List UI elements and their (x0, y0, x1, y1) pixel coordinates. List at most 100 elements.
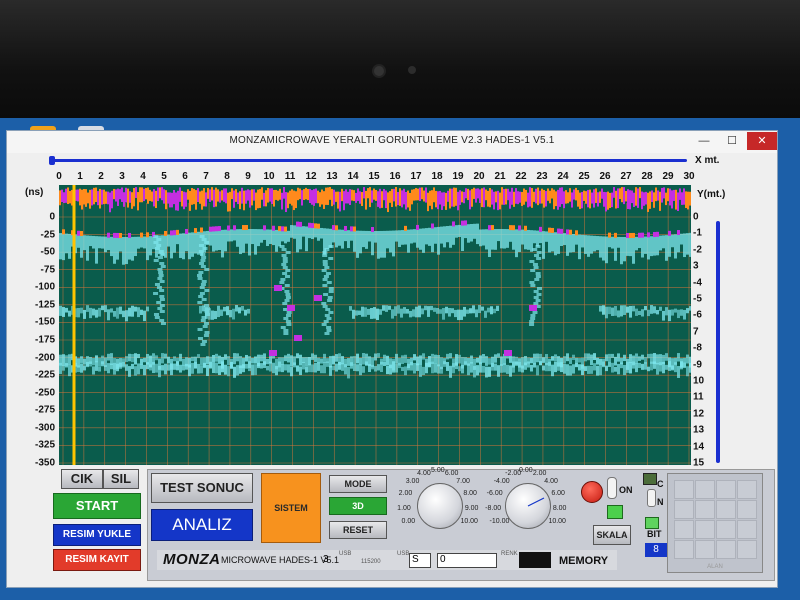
reflection-mark (308, 357, 311, 366)
c-n-toggle-switch[interactable] (647, 489, 656, 507)
port-value[interactable]: 3 (321, 554, 335, 568)
reflection-mark (671, 309, 674, 316)
anomaly-streak-mark (327, 296, 333, 299)
mode-3d-button[interactable]: 3D (329, 497, 387, 515)
reflection-mark (530, 357, 533, 364)
resim-kayit-button[interactable]: RESIM KAYIT (53, 549, 141, 571)
alan-grid-cell[interactable] (737, 480, 757, 499)
surface-noise-mark (439, 190, 441, 205)
surface-noise-mark (511, 187, 513, 205)
resim-yukle-button[interactable]: RESIM YUKLE (53, 524, 141, 546)
reflection-mark (533, 353, 536, 365)
alan-grid-cell[interactable] (674, 480, 694, 499)
surface-noise-mark (225, 188, 227, 204)
alan-grid-cell[interactable] (674, 520, 694, 539)
ns-unit-label: (ns) (25, 187, 44, 198)
alan-grid-cell[interactable] (674, 540, 694, 559)
x-axis-scrollbar[interactable] (53, 159, 687, 162)
reflection-mark (689, 362, 691, 373)
start-button[interactable]: START (53, 493, 141, 519)
right-dial-tick-label: -6.00 (486, 490, 503, 498)
reset-button[interactable]: RESET (329, 521, 387, 539)
reflection-mark (431, 361, 434, 374)
reflection-mark (287, 353, 290, 363)
reflection-mark (496, 305, 499, 312)
alan-grid-cell[interactable] (695, 480, 715, 499)
alan-grid-cell[interactable] (716, 480, 736, 499)
reflection-mark (356, 353, 359, 364)
alan-grid-cell[interactable] (674, 500, 694, 519)
reflection-mark (632, 305, 635, 312)
surface-noise-mark (611, 192, 613, 208)
test-sonuc-button[interactable]: TEST SONUC (151, 473, 253, 503)
surface-anomaly-mark (416, 224, 419, 230)
reflection-mark (605, 306, 608, 319)
webcam-icon (374, 66, 384, 76)
left-dial-knob[interactable] (417, 483, 463, 529)
sistem-button[interactable]: SISTEM (261, 473, 321, 543)
anomaly-streak-mark (154, 247, 160, 250)
minimize-button[interactable]: — (691, 132, 717, 150)
alan-grid-cell[interactable] (695, 540, 715, 559)
reflection-mark (377, 230, 380, 259)
maximize-button[interactable]: ☐ (719, 132, 745, 150)
radargram-plot[interactable] (59, 185, 691, 465)
surface-noise-mark (467, 188, 469, 201)
reflection-mark (89, 307, 92, 319)
surface-noise-mark (657, 190, 659, 201)
cik-button[interactable]: CIK (61, 469, 103, 489)
surface-noise-mark (607, 191, 609, 210)
reflection-mark (374, 230, 377, 243)
anomaly-streak-mark (321, 302, 327, 305)
surface-anomaly-mark (233, 225, 236, 231)
s-field[interactable]: S (409, 553, 431, 568)
sil-button[interactable]: SIL (103, 469, 139, 489)
ns-tick-label: -125 (34, 299, 55, 311)
reflection-mark (638, 236, 641, 249)
alan-grid-cell[interactable] (716, 500, 736, 519)
depth-tick-label: 12 (693, 408, 705, 420)
reflection-mark (227, 366, 230, 377)
mode-button[interactable]: MODE (329, 475, 387, 493)
alan-grid-panel[interactable]: ALAN (667, 473, 763, 573)
alan-grid-cell[interactable] (737, 500, 757, 519)
alan-grid-cell[interactable] (695, 520, 715, 539)
analiz-button[interactable]: ANALIZ (151, 509, 253, 541)
surface-noise-mark (165, 190, 167, 210)
anomaly-streak-mark (322, 278, 328, 281)
reflection-mark (467, 363, 470, 376)
reflection-mark (329, 228, 332, 248)
surface-anomaly-mark (215, 226, 218, 232)
y-axis-scrollbar[interactable] (716, 221, 720, 463)
alan-grid-cell[interactable] (737, 520, 757, 539)
zero-field[interactable]: 0 (437, 553, 497, 568)
surface-noise-mark (151, 191, 153, 202)
reflection-mark (143, 310, 146, 322)
reflection-mark (281, 357, 284, 365)
left-dial-tick-label: 8.00 (463, 490, 477, 498)
renk-color-swatch[interactable] (519, 552, 551, 568)
reflection-mark (410, 361, 413, 371)
surface-noise-mark (499, 192, 501, 210)
reflection-mark (448, 307, 451, 317)
alan-grid-cell[interactable] (716, 520, 736, 539)
alan-grid-cell[interactable] (695, 500, 715, 519)
reflection-mark (542, 365, 545, 371)
x-tick-label: 17 (410, 171, 422, 182)
bit-value-display[interactable]: 8 (645, 543, 667, 557)
right-dial-knob[interactable] (505, 483, 551, 529)
alan-grid-cell[interactable] (716, 540, 736, 559)
reflection-mark (536, 365, 539, 376)
close-button[interactable]: ✕ (747, 132, 777, 150)
skala-button[interactable]: SKALA (593, 525, 631, 545)
alan-grid-cell[interactable] (737, 540, 757, 559)
on-toggle-switch[interactable] (607, 477, 617, 499)
reflection-mark (98, 307, 101, 317)
reflection-mark (302, 226, 305, 237)
reflection-mark (584, 366, 587, 371)
reflection-mark (659, 235, 662, 251)
anomaly-streak-mark (322, 254, 328, 257)
record-led-button[interactable] (581, 481, 603, 503)
surface-noise-mark (337, 191, 339, 209)
surface-noise-mark (507, 188, 509, 201)
